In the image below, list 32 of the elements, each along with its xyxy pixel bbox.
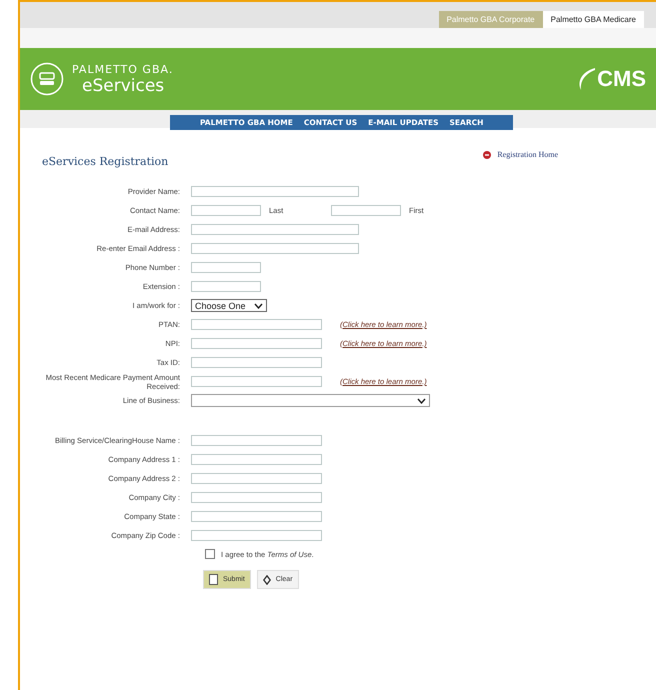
brand-name: PALMETTO GBA. [72, 62, 174, 76]
input-field[interactable] [191, 530, 322, 541]
minus-circle-icon [483, 150, 492, 158]
select-dropdown[interactable] [191, 394, 430, 407]
chevron-down-icon [417, 398, 426, 404]
input-field[interactable] [191, 473, 322, 484]
site-tab[interactable]: Palmetto GBA Medicare [542, 11, 644, 28]
registration-home-link[interactable]: Registration Home [497, 150, 558, 159]
checkbox[interactable] [205, 549, 215, 559]
input-field[interactable] [191, 262, 261, 273]
input-field[interactable] [191, 435, 322, 446]
input-field[interactable] [191, 357, 322, 368]
select-dropdown[interactable]: Choose One [191, 299, 267, 312]
input-field[interactable] [191, 224, 359, 235]
partner-logo: CMS [597, 66, 646, 92]
input-field[interactable] [191, 319, 322, 330]
input-field[interactable] [191, 338, 322, 349]
logo-icon [30, 62, 64, 96]
input-field[interactable] [191, 205, 261, 216]
input-field[interactable] [191, 243, 359, 254]
chevron-down-icon [254, 302, 263, 308]
input-field[interactable] [191, 376, 322, 387]
input-field[interactable] [191, 186, 359, 197]
input-field[interactable] [191, 281, 261, 292]
input-field[interactable] [191, 454, 322, 465]
input-field[interactable] [191, 511, 322, 522]
input-field[interactable] [191, 492, 322, 503]
diamond-icon [262, 574, 271, 584]
input-field[interactable] [331, 205, 401, 216]
product-name: eServices [81, 76, 166, 96]
document-icon [209, 574, 218, 585]
page-title: eServices Registration [42, 154, 168, 168]
